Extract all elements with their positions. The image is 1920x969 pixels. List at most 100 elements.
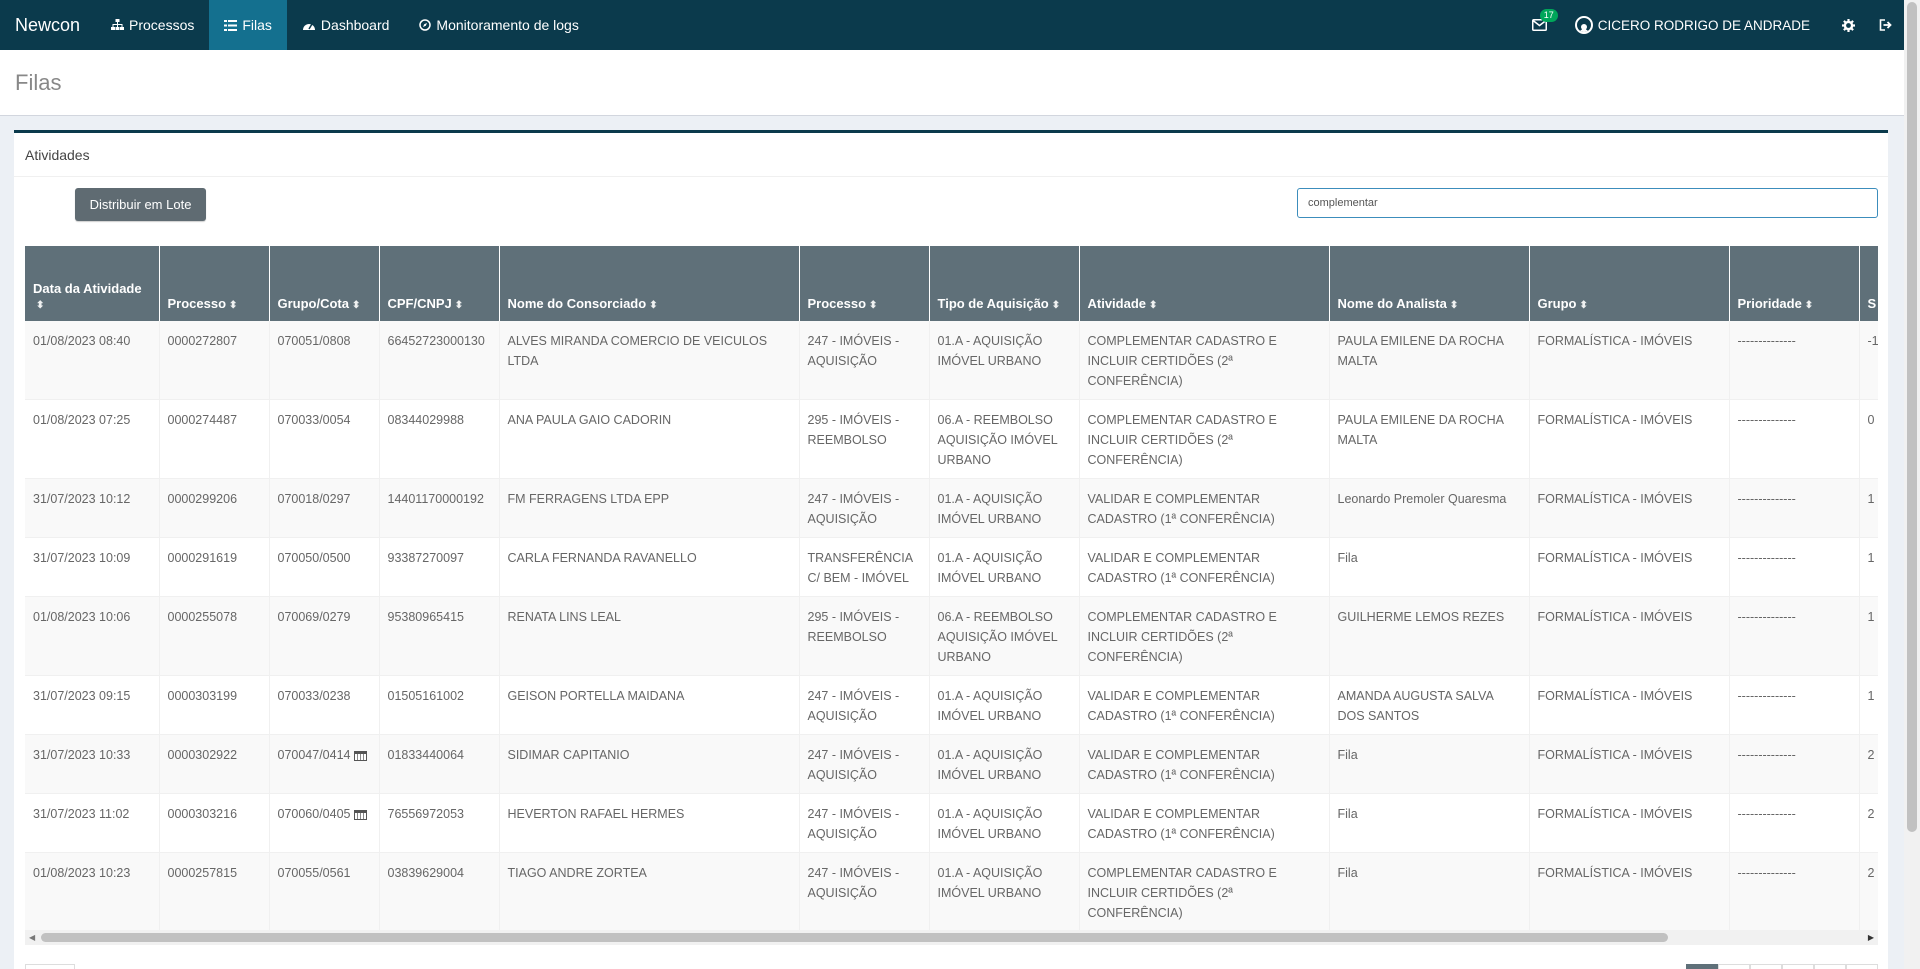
table-cell-text: 295 - IMÓVEIS - REEMBOLSO (807, 413, 900, 447)
table-cell: 070051/0808 (269, 321, 380, 400)
column-header[interactable]: S⬍ (1859, 246, 1878, 321)
sort-icon[interactable]: ⬍ (869, 300, 877, 311)
table-cell: Fila (1329, 852, 1530, 930)
page-length-select[interactable] (25, 964, 75, 969)
sort-icon[interactable]: ⬍ (1052, 300, 1060, 311)
horizontal-scroll-thumb[interactable] (41, 933, 1668, 942)
table-row[interactable]: 01/08/2023 10:23 0000257815 070055/0561 038… (25, 852, 1878, 930)
table-cell-text: COMPLEMENTAR CADASTRO E INCLUIR CERTIDÕE… (1087, 413, 1277, 467)
table-cell-text: 0000274487 (167, 413, 238, 427)
sort-icon[interactable]: ⬍ (1149, 300, 1157, 311)
table-cell: 31/07/2023 09:15 (25, 675, 160, 735)
calendar-icon[interactable] (353, 809, 367, 820)
column-header[interactable]: Atividade ⬍ (1079, 246, 1330, 321)
pagination-page-active[interactable] (1686, 964, 1718, 969)
distribuir-em-lote-button[interactable]: Distribuir em Lote (75, 188, 206, 221)
table-cell-text: 1 (1867, 551, 1875, 565)
table-cell-text: 01833440064 (387, 748, 464, 762)
column-header[interactable]: Nome do Analista ⬍ (1329, 246, 1530, 321)
column-header-label: Atividade (1087, 296, 1147, 311)
table-cell: -------------- (1729, 478, 1860, 538)
table-cell: PAULA EMILENE DA ROCHA MALTA (1329, 399, 1530, 479)
table-cell: 01.A - AQUISIÇÃO IMÓVEL URBANO (929, 478, 1080, 538)
nav-dashboard[interactable]: Dashboard (287, 0, 405, 50)
table-cell: 01.A - AQUISIÇÃO IMÓVEL URBANO (929, 321, 1080, 400)
table-row[interactable]: 01/08/2023 08:40 0000272807 070051/0808 664… (25, 321, 1878, 400)
table-cell-text: 01.A - AQUISIÇÃO IMÓVEL URBANO (937, 748, 1043, 782)
table-cell: 2 (1859, 793, 1878, 853)
settings-button[interactable] (1828, 0, 1869, 50)
table-cell: 070033/0238 (269, 675, 380, 735)
vertical-scroll-thumb[interactable] (1907, 2, 1917, 832)
table-cell-text: 070051/0808 (277, 334, 351, 348)
table-cell: 0000299206 (159, 478, 270, 538)
logout-button[interactable] (1869, 0, 1904, 50)
pagination-page[interactable] (1718, 964, 1750, 969)
column-header[interactable]: Prioridade ⬍ (1729, 246, 1860, 321)
table-cell-text: GEISON PORTELLA MAIDANA (507, 689, 685, 703)
table-row[interactable]: 31/07/2023 10:33 0000302922 070047/0414 018… (25, 734, 1878, 794)
table-cell: 070047/0414 (269, 734, 380, 794)
pagination-page[interactable] (1782, 964, 1814, 969)
table-cell-text: GUILHERME LEMOS REZES (1337, 610, 1505, 624)
horizontal-scrollbar[interactable]: ◀ ▶ (25, 930, 1878, 945)
table-cell: ANA PAULA GAIO CADORIN (499, 399, 800, 479)
sort-icon[interactable]: ⬍ (649, 300, 657, 311)
table-cell: 1 (1859, 675, 1878, 735)
column-header[interactable]: Data da Atividade ⬍ (25, 246, 160, 321)
nav-monitoramento[interactable]: Monitoramento de logs (404, 0, 593, 50)
sort-icon[interactable]: ⬍ (1805, 300, 1813, 311)
search-input[interactable] (1297, 188, 1878, 218)
column-header[interactable]: Processo ⬍ (159, 246, 270, 321)
table-row[interactable]: 31/07/2023 09:15 0000303199 070033/0238 015… (25, 675, 1878, 735)
sort-icon[interactable]: ⬍ (36, 300, 44, 311)
sort-icon[interactable]: ⬍ (229, 300, 237, 311)
table-cell: 01/08/2023 10:06 (25, 596, 160, 676)
table-cell: FM FERRAGENS LTDA EPP (499, 478, 800, 538)
user-menu[interactable]: CICERO RODRIGO DE ANDRADE (1563, 0, 1828, 50)
table-cell: -------------- (1729, 596, 1860, 676)
table-row[interactable]: 31/07/2023 10:09 0000291619 070050/0500 933… (25, 537, 1878, 597)
table-cell: 2 (1859, 852, 1878, 930)
nav-processos[interactable]: Processos (96, 0, 209, 50)
table-cell-text: 95380965415 (387, 610, 464, 624)
pagination-next[interactable] (1846, 964, 1878, 969)
table-cell: 070033/0054 (269, 399, 380, 479)
table-cell: TIAGO ANDRE ZORTEA (499, 852, 800, 930)
pagination-page[interactable] (1750, 964, 1782, 969)
pagination-page[interactable] (1814, 964, 1846, 969)
sort-icon[interactable]: ⬍ (1580, 300, 1588, 311)
brand-logo[interactable]: Newcon (0, 0, 96, 50)
table-row[interactable]: 01/08/2023 07:25 0000274487 070033/0054 083… (25, 399, 1878, 479)
column-header[interactable]: CPF/CNPJ ⬍ (379, 246, 500, 321)
column-header[interactable]: Nome do Consorciado ⬍ (499, 246, 800, 321)
calendar-icon[interactable] (353, 750, 367, 761)
column-header[interactable]: Grupo ⬍ (1529, 246, 1730, 321)
table-cell: 2 (1859, 734, 1878, 794)
messages-button[interactable]: 17 (1516, 0, 1563, 50)
page-vertical-scrollbar[interactable] (1904, 0, 1920, 969)
column-header[interactable]: Grupo/Cota ⬍ (269, 246, 380, 321)
sort-icon[interactable]: ⬍ (455, 300, 463, 311)
table-cell: TRANSFERÊNCIA C/ BEM - IMÓVEL (799, 537, 930, 597)
table-cell: FORMALÍSTICA - IMÓVEIS (1529, 478, 1730, 538)
sort-icon[interactable]: ⬍ (352, 300, 360, 311)
nav-monitoramento-label: Monitoramento de logs (436, 17, 579, 33)
table-cell-text: 01/08/2023 10:23 (33, 866, 131, 880)
list-icon (224, 19, 238, 31)
table-cell: 070055/0561 (269, 852, 380, 930)
table-row[interactable]: 01/08/2023 10:06 0000255078 070069/0279 953… (25, 596, 1878, 676)
table-row[interactable]: 31/07/2023 10:12 0000299206 070018/0297 144… (25, 478, 1878, 538)
table-cell-text: FORMALÍSTICA - IMÓVEIS (1537, 689, 1693, 703)
column-header[interactable]: Processo ⬍ (799, 246, 930, 321)
scroll-left-arrow-icon[interactable]: ◀ (29, 933, 35, 942)
column-header[interactable]: Tipo de Aquisição ⬍ (929, 246, 1080, 321)
table-row[interactable]: 31/07/2023 11:02 0000303216 070060/0405 765… (25, 793, 1878, 853)
nav-filas[interactable]: Filas (209, 0, 287, 50)
nav-dashboard-label: Dashboard (320, 17, 390, 33)
table-cell-text: 2 (1867, 866, 1875, 880)
sort-icon[interactable]: ⬍ (1450, 300, 1458, 311)
table-cell-text: 070069/0279 (277, 610, 351, 624)
table-cell-text: ANA PAULA GAIO CADORIN (507, 413, 672, 427)
scroll-right-arrow-icon[interactable]: ▶ (1868, 933, 1874, 942)
